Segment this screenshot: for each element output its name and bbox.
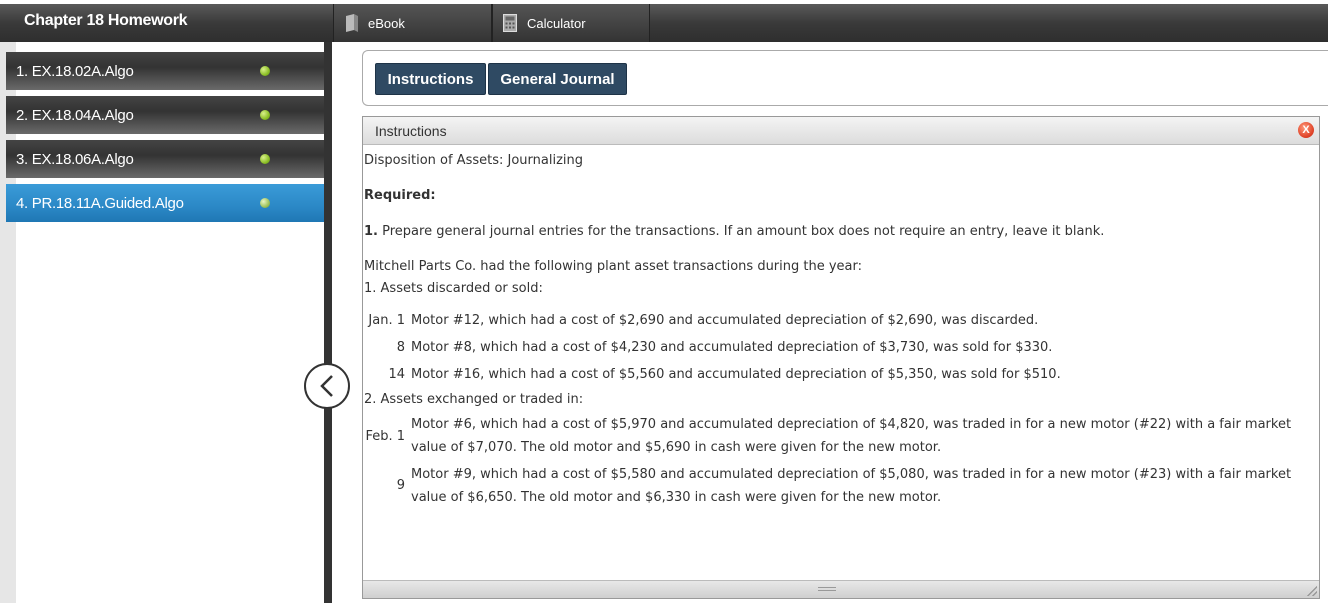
completed-status-icon <box>260 198 270 208</box>
transaction-date: 14 <box>388 367 405 382</box>
section-2-heading: 2. Assets exchanged or traded in: <box>364 392 584 407</box>
intro-text: Mitchell Parts Co. had the following pla… <box>364 259 863 274</box>
ebook-label: eBook <box>368 15 405 31</box>
sidebar-item-label: 2. EX.18.04A.Algo <box>16 106 134 124</box>
transaction-text: Motor #8, which had a cost of $4,230 and… <box>411 340 1053 355</box>
sidebar-divider[interactable] <box>324 42 332 603</box>
calculator-icon <box>503 14 519 32</box>
transaction-text: Motor #6, which had a cost of $5,970 and… <box>411 417 1292 455</box>
sidebar-item-pr-18-11a[interactable]: 4. PR.18.11A.Guided.Algo <box>6 184 324 222</box>
step-text: Prepare general journal entries for the … <box>382 224 1105 239</box>
chevron-left-icon <box>320 375 333 397</box>
section-1-heading: 1. Assets discarded or sold: <box>364 281 543 296</box>
collapse-sidebar-button[interactable] <box>304 363 350 409</box>
close-icon[interactable]: X <box>1298 122 1314 138</box>
panel-footer <box>363 580 1319 598</box>
step-number: 1. <box>364 224 378 239</box>
transaction-date: Jan. 1 <box>368 313 405 328</box>
transaction-date: 9 <box>396 478 405 493</box>
assignment-title: Chapter 18 Homework <box>24 12 188 29</box>
completed-status-icon <box>260 154 270 164</box>
sidebar-item-ex-18-04a[interactable]: 2. EX.18.04A.Algo <box>6 96 324 134</box>
book-icon <box>344 14 360 32</box>
required-label: Required: <box>364 188 436 203</box>
panel-header: Instructions X <box>363 117 1319 145</box>
sidebar-item-label: 4. PR.18.11A.Guided.Algo <box>16 194 184 212</box>
resize-handle-icon[interactable] <box>1307 586 1317 596</box>
tab-bar: Instructions General Journal <box>362 50 1328 106</box>
tab-instructions[interactable]: Instructions <box>375 63 486 95</box>
transaction-date: 8 <box>396 340 405 355</box>
sidebar-item-label: 1. EX.18.02A.Algo <box>16 62 134 80</box>
calculator-button[interactable]: Calculator <box>492 4 650 42</box>
requirement-1: 1. Prepare general journal entries for t… <box>364 224 1104 239</box>
transaction-date: Feb. 1 <box>365 429 405 444</box>
panel-title: Instructions <box>375 123 447 139</box>
transaction-text: Motor #12, which had a cost of $2,690 an… <box>411 313 1039 328</box>
transaction-text: Motor #9, which had a cost of $5,580 and… <box>411 467 1292 505</box>
transaction-text: Motor #16, which had a cost of $5,560 an… <box>411 367 1061 382</box>
calculator-label: Calculator <box>527 15 586 31</box>
tab-general-journal[interactable]: General Journal <box>488 63 627 95</box>
completed-status-icon <box>260 66 270 76</box>
top-toolbar: Chapter 18 Homework eBook Calculator <box>0 4 1328 42</box>
sidebar-item-ex-18-02a[interactable]: 1. EX.18.02A.Algo <box>6 52 324 90</box>
sidebar-item-label: 3. EX.18.06A.Algo <box>16 150 134 168</box>
drag-grip-icon[interactable] <box>818 587 836 591</box>
completed-status-icon <box>260 110 270 120</box>
sidebar-item-ex-18-06a[interactable]: 3. EX.18.06A.Algo <box>6 140 324 178</box>
problem-heading: Disposition of Assets: Journalizing <box>364 153 584 168</box>
ebook-button[interactable]: eBook <box>333 4 492 42</box>
instructions-panel: Instructions X Disposition of Assets: Jo… <box>362 116 1320 599</box>
question-sidebar: 1. EX.18.02A.Algo 2. EX.18.04A.Algo 3. E… <box>6 52 324 228</box>
